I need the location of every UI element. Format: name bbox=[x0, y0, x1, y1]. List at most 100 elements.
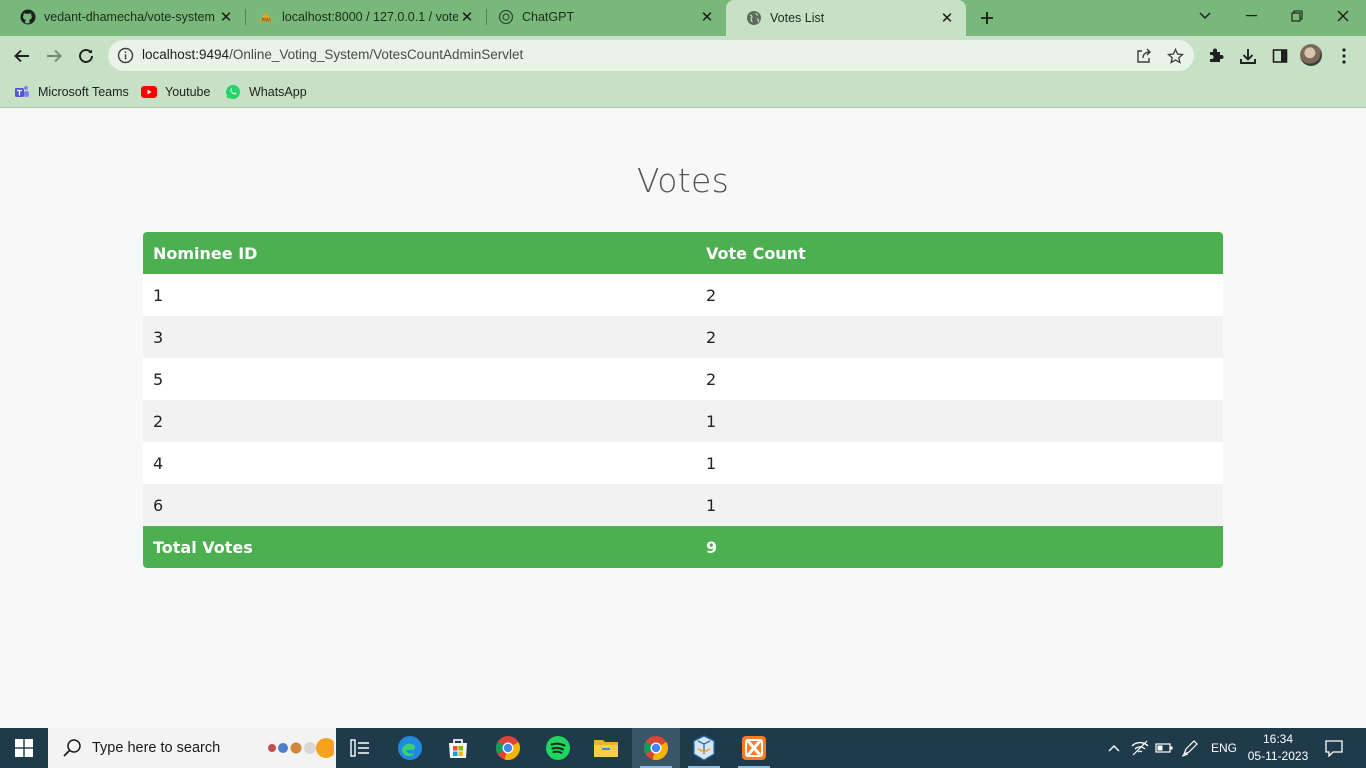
table-header-row: Nominee ID Vote Count bbox=[143, 232, 1223, 274]
xampp-icon[interactable] bbox=[730, 728, 778, 768]
spotify-icon[interactable] bbox=[534, 728, 582, 768]
task-view-icon[interactable] bbox=[336, 728, 384, 768]
search-icon bbox=[63, 739, 81, 757]
reload-icon[interactable] bbox=[70, 40, 102, 72]
close-tab-icon[interactable]: ✕ bbox=[217, 8, 235, 26]
nominee-id-cell: 5 bbox=[143, 358, 696, 400]
table-row: 4 1 bbox=[143, 442, 1223, 484]
extensions-puzzle-icon[interactable] bbox=[1204, 44, 1228, 68]
table-row: 5 2 bbox=[143, 358, 1223, 400]
close-window-icon[interactable] bbox=[1320, 0, 1366, 32]
system-clock[interactable]: 16:34 05-11-2023 bbox=[1240, 731, 1316, 765]
clock-date: 05-11-2023 bbox=[1247, 749, 1309, 763]
close-tab-icon[interactable]: ✕ bbox=[698, 8, 716, 26]
github-icon bbox=[20, 9, 36, 25]
table-row: 3 2 bbox=[143, 316, 1223, 358]
vote-count-cell: 1 bbox=[696, 442, 1223, 484]
vote-count-cell: 2 bbox=[696, 358, 1223, 400]
file-explorer-icon[interactable] bbox=[582, 728, 630, 768]
total-votes-label: Total Votes bbox=[143, 526, 696, 568]
forward-arrow-icon[interactable] bbox=[38, 40, 70, 72]
total-votes-value: 9 bbox=[696, 526, 1223, 568]
download-icon[interactable] bbox=[1236, 44, 1260, 68]
new-tab-plus-icon[interactable] bbox=[975, 6, 999, 30]
bookmark-microsoft-teams[interactable]: Microsoft Teams bbox=[14, 82, 129, 102]
clock-time: 16:34 bbox=[1262, 732, 1294, 746]
notification-icon[interactable] bbox=[1318, 728, 1350, 768]
nominee-id-cell: 3 bbox=[143, 316, 696, 358]
browser-toolbar: localhost:9494/Online_Voting_System/Vote… bbox=[0, 36, 1366, 76]
network-icon[interactable] bbox=[1128, 728, 1152, 768]
nominee-id-cell: 1 bbox=[143, 274, 696, 316]
battery-icon[interactable] bbox=[1152, 728, 1176, 768]
menu-kebab-icon[interactable] bbox=[1332, 44, 1356, 68]
microsoft-store-icon[interactable] bbox=[434, 728, 482, 768]
vote-count-cell: 2 bbox=[696, 274, 1223, 316]
tab-title: vedant-dhamecha/vote-system bbox=[44, 9, 215, 24]
column-header-vote-count: Vote Count bbox=[696, 232, 1223, 274]
page-title: Votes bbox=[636, 161, 730, 200]
windows-taskbar: Type here to search ENG 16:34 05-11-2023 bbox=[0, 728, 1366, 768]
teams-icon bbox=[14, 84, 30, 100]
tab-title: localhost:8000 / 127.0.0.1 / vote bbox=[282, 9, 458, 24]
chrome-icon[interactable] bbox=[484, 728, 532, 768]
bookmarks-bar: Microsoft Teams Youtube WhatsApp bbox=[0, 76, 1366, 108]
edge-icon[interactable] bbox=[386, 728, 434, 768]
bookmark-label: Youtube bbox=[165, 85, 211, 99]
tab-title: Votes List bbox=[770, 11, 825, 25]
vote-count-cell: 2 bbox=[696, 316, 1223, 358]
table-row: 1 2 bbox=[143, 274, 1223, 316]
votes-table: Nominee ID Vote Count 1 2 3 2 5 2 2 1 4 bbox=[143, 232, 1223, 568]
url-text: localhost:9494/Online_Voting_System/Vote… bbox=[142, 47, 523, 62]
total-votes-row: Total Votes 9 bbox=[143, 526, 1223, 568]
url-host: localhost:9494 bbox=[142, 47, 230, 62]
column-header-nominee-id: Nominee ID bbox=[143, 232, 696, 274]
chatgpt-icon bbox=[498, 9, 514, 25]
page-content: Votes Nominee ID Vote Count 1 2 3 2 5 2 … bbox=[0, 109, 1366, 728]
windows-start-icon[interactable] bbox=[0, 728, 48, 768]
vote-count-cell: 1 bbox=[696, 400, 1223, 442]
globe-icon bbox=[746, 10, 762, 26]
search-highlight-planets-icon bbox=[268, 738, 334, 758]
show-hidden-icons-chevron-icon[interactable] bbox=[1102, 728, 1126, 768]
pen-icon[interactable] bbox=[1178, 728, 1202, 768]
language-indicator[interactable]: ENG bbox=[1206, 728, 1242, 768]
phpmyadmin-icon: PMA bbox=[258, 9, 274, 25]
profile-avatar[interactable] bbox=[1300, 44, 1322, 66]
search-placeholder: Type here to search bbox=[92, 740, 221, 756]
tab-search-chevron-icon[interactable] bbox=[1182, 0, 1228, 32]
minimize-icon[interactable] bbox=[1228, 0, 1274, 32]
tab-phpmyadmin[interactable]: PMA localhost:8000 / 127.0.0.1 / vote ✕ bbox=[238, 0, 486, 33]
bookmark-label: WhatsApp bbox=[249, 85, 307, 99]
tab-github[interactable]: vedant-dhamecha/vote-system ✕ bbox=[0, 0, 245, 33]
table-row: 2 1 bbox=[143, 400, 1223, 442]
tab-title: ChatGPT bbox=[522, 9, 575, 24]
url-path: /Online_Voting_System/VotesCountAdminSer… bbox=[229, 47, 524, 62]
nominee-id-cell: 2 bbox=[143, 400, 696, 442]
whatsapp-icon bbox=[225, 84, 241, 100]
vote-count-cell: 1 bbox=[696, 484, 1223, 526]
bookmark-star-icon[interactable] bbox=[1166, 47, 1184, 65]
share-icon[interactable] bbox=[1134, 47, 1152, 65]
table-row: 6 1 bbox=[143, 484, 1223, 526]
close-tab-icon[interactable]: ✕ bbox=[938, 9, 956, 27]
youtube-icon bbox=[141, 84, 157, 100]
restore-icon[interactable] bbox=[1274, 0, 1320, 32]
svg-text:PMA: PMA bbox=[262, 17, 272, 23]
nominee-id-cell: 4 bbox=[143, 442, 696, 484]
close-tab-icon[interactable]: ✕ bbox=[458, 8, 476, 26]
tab-strip: vedant-dhamecha/vote-system ✕ PMA localh… bbox=[0, 0, 1366, 36]
bookmark-whatsapp[interactable]: WhatsApp bbox=[225, 82, 307, 102]
bookmark-youtube[interactable]: Youtube bbox=[141, 82, 210, 102]
tab-votes-list[interactable]: Votes List ✕ bbox=[726, 0, 966, 36]
tab-chatgpt[interactable]: ChatGPT ✕ bbox=[478, 0, 726, 33]
bookmark-label: Microsoft Teams bbox=[38, 85, 129, 99]
chrome-running-icon[interactable] bbox=[632, 728, 680, 768]
taskbar-search-box[interactable]: Type here to search bbox=[48, 728, 336, 768]
back-arrow-icon[interactable] bbox=[6, 40, 38, 72]
side-panel-icon[interactable] bbox=[1268, 44, 1292, 68]
address-bar[interactable]: localhost:9494/Online_Voting_System/Vote… bbox=[108, 40, 1194, 71]
virtualbox-icon[interactable] bbox=[680, 728, 728, 768]
site-info-icon[interactable] bbox=[117, 47, 134, 64]
nominee-id-cell: 6 bbox=[143, 484, 696, 526]
